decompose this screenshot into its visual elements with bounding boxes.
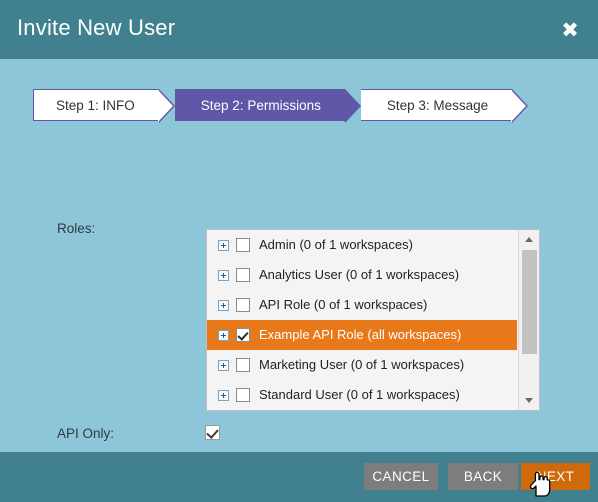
expand-plus-icon[interactable] (218, 329, 229, 341)
cancel-button[interactable]: CANCEL (364, 463, 438, 490)
scrollbar-thumb[interactable] (522, 250, 537, 354)
roles-scrollbar[interactable] (518, 230, 539, 410)
step-label: Step 3: Message (386, 97, 489, 113)
roles-listbox[interactable]: Admin (0 of 1 workspaces) Analytics User… (206, 229, 540, 411)
role-label: Analytics User (0 of 1 workspaces) (259, 267, 460, 282)
close-icon[interactable]: ✖ (558, 18, 582, 42)
role-checkbox[interactable] (236, 268, 250, 282)
role-label: Example API Role (all workspaces) (259, 327, 462, 342)
step-tab-message[interactable]: Step 3: Message (360, 89, 529, 123)
role-label: Admin (0 of 1 workspaces) (259, 237, 413, 252)
role-label: Marketing User (0 of 1 workspaces) (259, 357, 465, 372)
role-checkbox-checked[interactable] (236, 328, 250, 342)
role-label: Standard User (0 of 1 workspaces) (259, 387, 460, 402)
step-breadcrumb: Step 1: INFO Step 2: Permissions Step 3:… (33, 89, 529, 123)
list-item[interactable]: Analytics User (0 of 1 workspaces) (207, 260, 517, 290)
step-label: Step 2: Permissions (200, 97, 321, 113)
expand-plus-icon[interactable] (218, 389, 229, 401)
dialog-header: Invite New User ✖ (0, 0, 598, 59)
expand-plus-icon[interactable] (218, 269, 229, 281)
expand-plus-icon[interactable] (218, 299, 229, 311)
list-item[interactable]: Admin (0 of 1 workspaces) (207, 230, 517, 260)
next-button[interactable]: NEXT (521, 463, 590, 490)
page-title: Invite New User (17, 15, 176, 40)
step-label: Step 1: INFO (56, 97, 135, 113)
role-checkbox[interactable] (236, 388, 250, 402)
step-tab-info[interactable]: Step 1: INFO (33, 89, 175, 123)
api-only-label: API Only: (57, 426, 115, 441)
triangle-down-icon[interactable] (519, 392, 539, 409)
role-checkbox[interactable] (236, 298, 250, 312)
roles-label: Roles: (57, 221, 96, 236)
invite-new-user-dialog: Invite New User ✖ Step 1: INFO Step 2: P… (0, 0, 598, 502)
list-item[interactable]: Standard User (0 of 1 workspaces) (207, 380, 517, 410)
roles-list: Admin (0 of 1 workspaces) Analytics User… (207, 230, 517, 410)
triangle-up-icon[interactable] (519, 231, 539, 248)
list-item[interactable]: Marketing User (0 of 1 workspaces) (207, 350, 517, 380)
expand-plus-icon[interactable] (218, 359, 229, 371)
list-item-selected[interactable]: Example API Role (all workspaces) (207, 320, 517, 350)
list-item[interactable]: API Role (0 of 1 workspaces) (207, 290, 517, 320)
dialog-footer: CANCEL BACK NEXT (0, 452, 598, 502)
back-button[interactable]: BACK (448, 463, 518, 490)
role-checkbox[interactable] (236, 238, 250, 252)
role-checkbox[interactable] (236, 358, 250, 372)
dialog-body: Step 1: INFO Step 2: Permissions Step 3:… (0, 59, 598, 452)
expand-plus-icon[interactable] (218, 239, 229, 251)
step-tab-permissions[interactable]: Step 2: Permissions (174, 89, 361, 123)
api-only-checkbox[interactable] (205, 425, 220, 440)
role-label: API Role (0 of 1 workspaces) (259, 297, 428, 312)
